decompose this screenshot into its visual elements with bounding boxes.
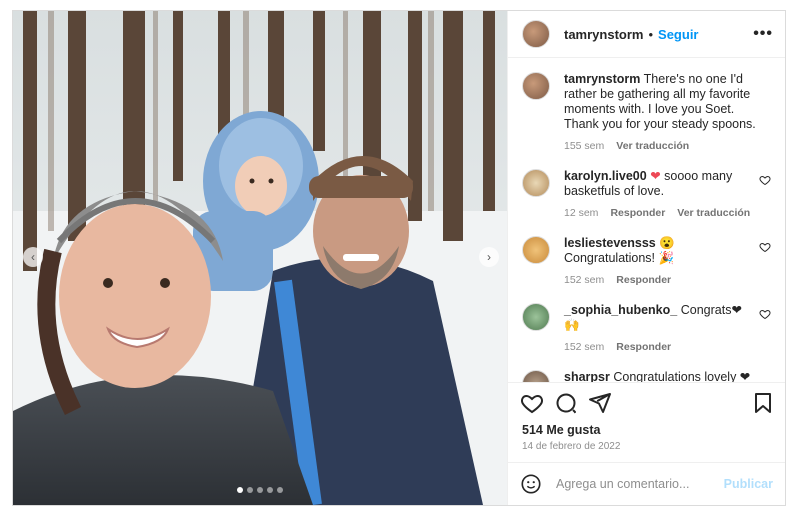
post-photo[interactable]: ‹ › <box>13 11 507 505</box>
previous-photo-button[interactable]: ‹ <box>23 247 43 267</box>
like-heart-icon[interactable] <box>520 391 544 415</box>
carousel-dot <box>237 487 243 493</box>
caption-username[interactable]: tamrynstorm <box>564 72 640 86</box>
carousel-dot <box>267 487 273 493</box>
comment-username[interactable]: lesliestevensss <box>564 236 656 250</box>
carousel-indicator <box>237 487 283 493</box>
carousel-dot <box>247 487 253 493</box>
avatar[interactable] <box>522 236 550 264</box>
avatar[interactable] <box>522 72 550 100</box>
reply-button[interactable]: Responder <box>610 206 665 221</box>
follow-button[interactable]: Seguir <box>658 27 698 42</box>
chevron-left-icon: ‹ <box>31 250 35 264</box>
comment-time[interactable]: 152 sem <box>564 273 604 288</box>
caption: tamrynstorm There's no one I'd rather be… <box>522 72 771 154</box>
avatar[interactable] <box>522 303 550 331</box>
publish-button[interactable]: Publicar <box>724 477 773 491</box>
comment-text: Congratulations! 🎉 <box>564 251 675 265</box>
share-send-icon[interactable] <box>588 391 612 415</box>
like-comment-heart-icon[interactable] <box>759 174 771 186</box>
reply-button[interactable]: Responder <box>616 273 671 288</box>
comment-item: lesliestevensss 😮Congratulations! 🎉 152 … <box>522 236 771 288</box>
reply-button[interactable]: Responder <box>616 340 671 355</box>
add-comment-bar: Publicar <box>508 462 785 505</box>
post-sidebar: tamrynstorm • Seguir ••• tamrynstorm The… <box>507 11 785 505</box>
caption-time[interactable]: 155 sem <box>564 139 604 154</box>
like-comment-heart-icon[interactable] <box>759 241 771 253</box>
save-bookmark-icon[interactable] <box>751 391 775 415</box>
separator-dot: • <box>648 26 654 42</box>
comment-input[interactable] <box>554 476 724 492</box>
more-options-button[interactable]: ••• <box>753 25 773 43</box>
comments-list[interactable]: tamrynstorm There's no one I'd rather be… <box>508 58 785 382</box>
avatar[interactable] <box>522 370 550 382</box>
translate-button[interactable]: Ver traducción <box>677 206 750 221</box>
header-username[interactable]: tamrynstorm <box>564 27 643 42</box>
post-date[interactable]: 14 de febrero de 2022 <box>508 437 785 462</box>
avatar[interactable] <box>522 169 550 197</box>
avatar[interactable] <box>522 20 550 48</box>
translate-button[interactable]: Ver traducción <box>616 139 689 154</box>
comment-text: Congratulations lovely ❤ <box>613 370 751 382</box>
next-photo-button[interactable]: › <box>479 247 499 267</box>
emoji-icon[interactable] <box>520 473 542 495</box>
chevron-right-icon: › <box>487 250 491 264</box>
carousel-dot <box>257 487 263 493</box>
emoji-heart: ❤ <box>650 169 661 183</box>
emoji-surprised: 😮 <box>659 236 675 250</box>
photo-illustration <box>13 11 507 505</box>
like-comment-heart-icon[interactable] <box>759 308 771 320</box>
comment-item: karolyn.live00 ❤ soooo many basketfuls o… <box>522 169 771 221</box>
comment-bubble-icon[interactable] <box>554 391 578 415</box>
comment-username[interactable]: karolyn.live00 <box>564 169 647 183</box>
comment-item: sharpsr Congratulations lovely ❤ <box>522 370 771 382</box>
post-actions <box>508 382 785 423</box>
comment-username[interactable]: _sophia_hubenko_ <box>564 303 677 317</box>
comment-item: _sophia_hubenko_ Congrats❤🙌 152 sem Resp… <box>522 303 771 355</box>
post-header: tamrynstorm • Seguir ••• <box>508 11 785 58</box>
carousel-dot <box>277 487 283 493</box>
comment-username[interactable]: sharpsr <box>564 370 610 382</box>
instagram-post: ‹ › tamrynstorm • Seguir ••• tamrynstorm… <box>12 10 786 506</box>
comment-time[interactable]: 152 sem <box>564 340 604 355</box>
comment-time[interactable]: 12 sem <box>564 206 598 221</box>
like-count[interactable]: 514 Me gusta <box>508 423 785 437</box>
